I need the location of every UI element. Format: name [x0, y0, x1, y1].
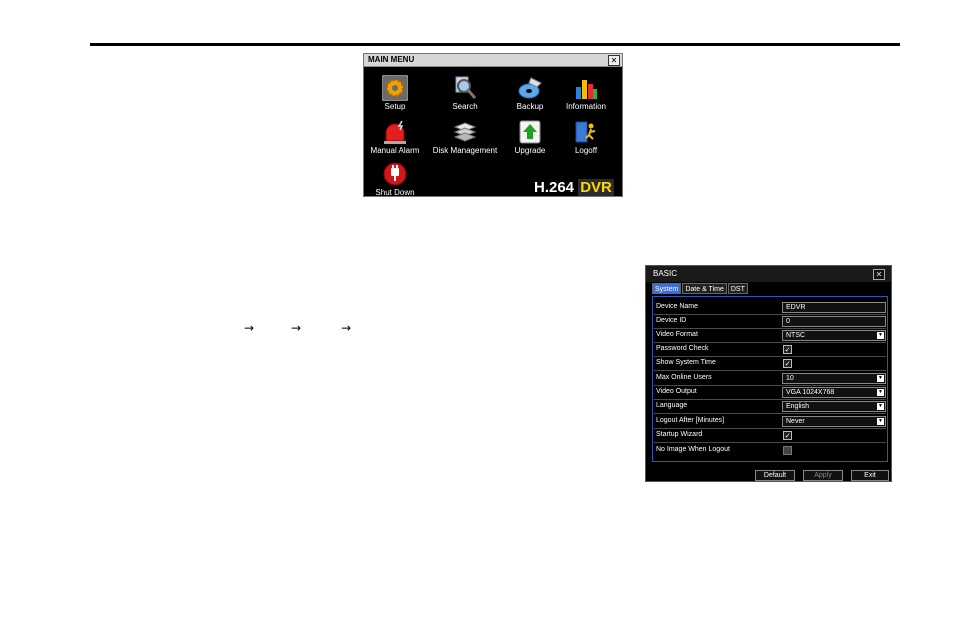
- menu-item-label: Manual Alarm: [370, 146, 420, 155]
- magnifier-icon: [452, 75, 478, 101]
- dropdown-arrow-icon: ▼: [877, 332, 884, 339]
- password-check-checkbox[interactable]: ✓: [783, 345, 792, 354]
- system-settings-panel: Device Name EDVR Device ID 0 Video Forma…: [652, 296, 888, 462]
- max-online-users-select[interactable]: 10 ▼: [782, 373, 886, 384]
- basic-titlebar: BASIC ✕: [646, 266, 891, 282]
- row-label: No Image When Logout: [656, 446, 730, 453]
- row-label: Device Name: [656, 303, 699, 310]
- checkmark-icon: ✓: [784, 346, 791, 354]
- select-value: VGA 1024X768: [786, 389, 835, 396]
- main-menu-close-button[interactable]: ✕: [608, 55, 620, 66]
- row-label: Startup Wizard: [656, 431, 703, 438]
- video-format-select[interactable]: NTSC ▼: [782, 330, 886, 341]
- select-value: 10: [786, 375, 794, 382]
- menu-item-shut-down[interactable]: Shut Down: [360, 161, 430, 197]
- row-label: Video Format: [656, 331, 698, 338]
- checkmark-icon: ✓: [784, 360, 791, 368]
- video-output-select[interactable]: VGA 1024X768 ▼: [782, 387, 886, 398]
- menu-item-setup[interactable]: Setup: [360, 74, 430, 111]
- row-startup-wizard: Startup Wizard ✓: [654, 429, 886, 443]
- row-label: Language: [656, 402, 688, 409]
- row-video-format: Video Format NTSC ▼: [654, 329, 886, 343]
- menu-item-label: Logoff: [574, 146, 598, 155]
- row-no-image-when-logout: No Image When Logout: [654, 444, 886, 457]
- menu-item-label: Setup: [384, 102, 406, 111]
- row-show-system-time: Show System Time ✓: [654, 357, 886, 371]
- row-label: Video Output: [656, 388, 697, 395]
- row-max-online-users: Max Online Users 10 ▼: [654, 372, 886, 386]
- row-label: Show System Time: [656, 359, 716, 366]
- menu-item-label: Shut Down: [375, 188, 415, 197]
- select-value: NTSC: [786, 332, 806, 339]
- menu-item-label: Search: [452, 102, 478, 111]
- row-label: Device ID: [656, 317, 687, 324]
- logoff-person-icon: [573, 119, 599, 145]
- dropdown-arrow-icon: ▼: [877, 375, 884, 382]
- row-label: Max Online Users: [656, 374, 712, 381]
- menu-item-label: Disk Management: [432, 146, 498, 155]
- basic-settings-window: BASIC ✕ System Date & Time DST Device Na…: [645, 265, 892, 482]
- menu-item-manual-alarm[interactable]: Manual Alarm: [360, 119, 430, 155]
- main-menu-title: MAIN MENU: [368, 55, 415, 64]
- row-device-id: Device ID 0: [654, 315, 886, 329]
- arrow-3: →: [341, 321, 352, 335]
- power-plug-icon: [382, 161, 408, 187]
- tab-dst[interactable]: DST: [727, 283, 748, 294]
- row-logout-after: Logout After [Minutes] Never ▼: [654, 415, 886, 429]
- basic-title: BASIC: [653, 269, 678, 278]
- row-language: Language English ▼: [654, 400, 886, 414]
- bar-chart-icon: [573, 75, 599, 101]
- checkmark-icon: ✓: [784, 432, 791, 440]
- upgrade-arrow-icon: [517, 119, 543, 145]
- arrow-1: →: [244, 321, 255, 335]
- apply-button[interactable]: Apply: [803, 470, 843, 481]
- row-label: Logout After [Minutes]: [656, 417, 725, 424]
- main-menu-window: MAIN MENU ✕ Setup Search Backup Informat…: [363, 53, 623, 197]
- brand-logo: H.264 DVR: [534, 179, 614, 196]
- alarm-siren-icon: [382, 119, 408, 145]
- tab-system[interactable]: System: [652, 283, 682, 294]
- device-name-input[interactable]: EDVR: [782, 302, 886, 313]
- logout-after-select[interactable]: Never ▼: [782, 416, 886, 427]
- brand-h264: H.264: [534, 179, 575, 196]
- row-video-output: Video Output VGA 1024X768 ▼: [654, 386, 886, 400]
- header-rule: [90, 43, 900, 46]
- default-button[interactable]: Default: [755, 470, 795, 481]
- gear-icon: [381, 74, 409, 102]
- device-id-input[interactable]: 0: [782, 316, 886, 327]
- arrow-2: →: [291, 321, 302, 335]
- menu-item-information[interactable]: Information: [551, 75, 621, 111]
- dropdown-arrow-icon: ▼: [877, 403, 884, 410]
- menu-item-disk-management[interactable]: Disk Management: [430, 119, 500, 155]
- row-device-name: Device Name EDVR: [654, 301, 886, 315]
- no-image-when-logout-checkbox[interactable]: [783, 446, 792, 455]
- menu-item-label: Information: [565, 102, 607, 111]
- disk-stack-icon: [452, 119, 478, 145]
- row-password-check: Password Check ✓: [654, 343, 886, 357]
- select-value: English: [786, 403, 809, 410]
- basic-close-button[interactable]: ✕: [873, 269, 885, 280]
- menu-item-logoff[interactable]: Logoff: [551, 119, 621, 155]
- disc-backup-icon: [517, 75, 543, 101]
- main-menu-titlebar: MAIN MENU ✕: [364, 54, 622, 67]
- dropdown-arrow-icon: ▼: [877, 418, 884, 425]
- show-system-time-checkbox[interactable]: ✓: [783, 359, 792, 368]
- basic-tabs: System Date & Time DST: [652, 283, 749, 294]
- row-label: Password Check: [656, 345, 709, 352]
- startup-wizard-checkbox[interactable]: ✓: [783, 431, 792, 440]
- select-value: Never: [786, 418, 805, 425]
- menu-item-search[interactable]: Search: [430, 75, 500, 111]
- tab-date-time[interactable]: Date & Time: [682, 283, 727, 294]
- language-select[interactable]: English ▼: [782, 401, 886, 412]
- brand-dvr: DVR: [578, 179, 614, 196]
- dropdown-arrow-icon: ▼: [877, 389, 884, 396]
- exit-button[interactable]: Exit: [851, 470, 889, 481]
